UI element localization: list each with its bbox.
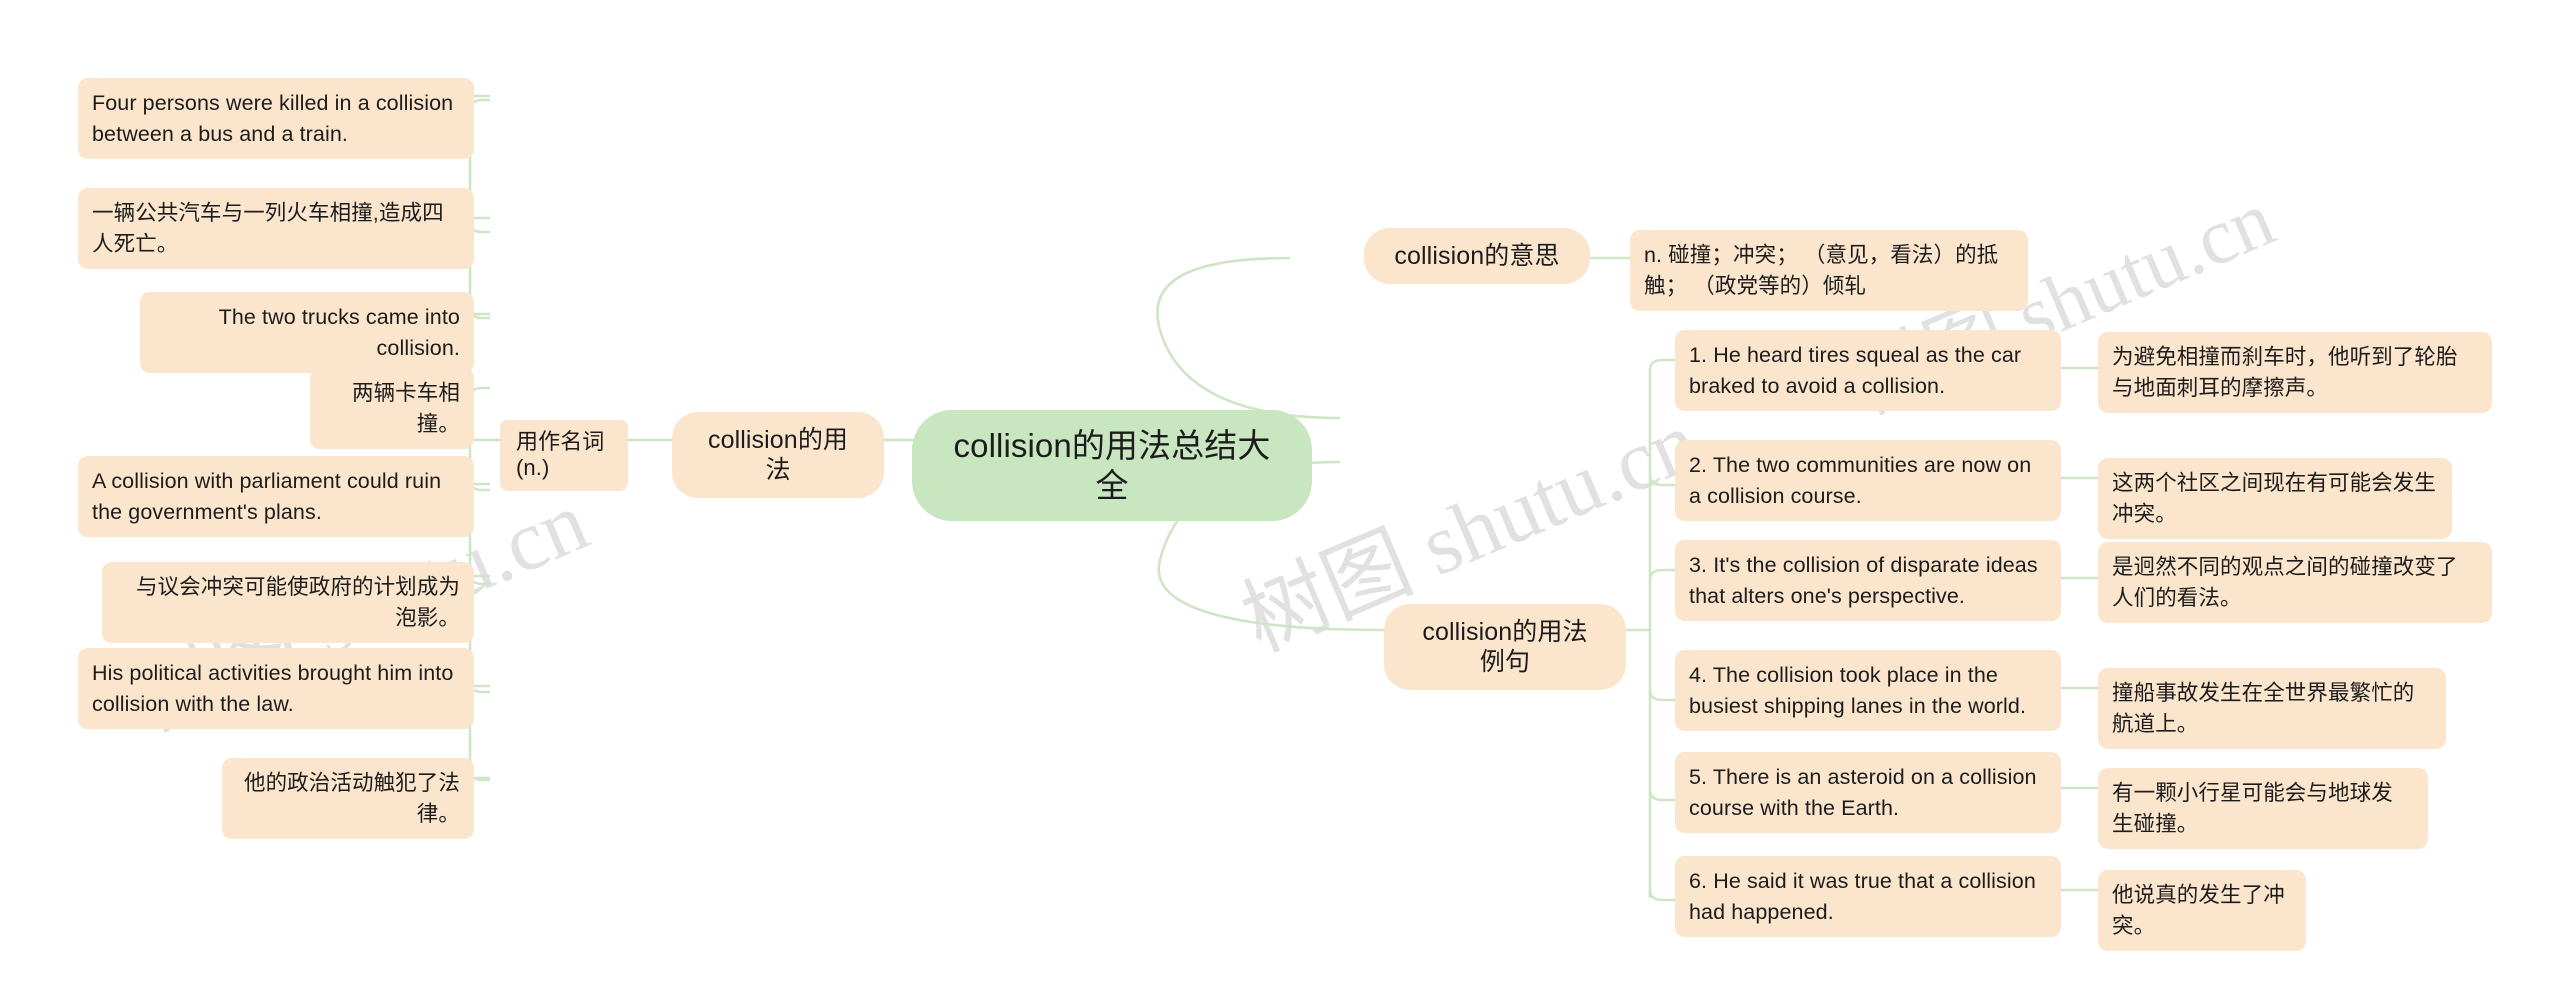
leaf-node[interactable]: 一辆公共汽车与一列火车相撞,造成四人死亡。 [78, 188, 474, 270]
leaf-node[interactable]: 两辆卡车相撞。 [310, 368, 474, 450]
root-node[interactable]: collision的用法总结大全 [912, 410, 1312, 522]
example-node-en[interactable]: 1. He heard tires squeal as the car brak… [1675, 330, 2061, 412]
leaf-node[interactable]: A collision with parliament could ruin t… [78, 456, 474, 538]
example-node-zh[interactable]: 为避免相撞而刹车时，他听到了轮胎与地面刺耳的摩擦声。 [2098, 332, 2492, 414]
leaf-node[interactable]: 与议会冲突可能使政府的计划成为泡影。 [102, 562, 474, 644]
example-node-zh[interactable]: 是迥然不同的观点之间的碰撞改变了人们的看法。 [2098, 542, 2492, 624]
example-node-en[interactable]: 5. There is an asteroid on a collision c… [1675, 752, 2061, 834]
leaf-node[interactable]: 他的政治活动触犯了法律。 [222, 758, 474, 840]
example-node-zh[interactable]: 他说真的发生了冲突。 [2098, 870, 2306, 952]
leaf-node[interactable]: Four persons were killed in a collision … [78, 78, 474, 160]
sub-node-noun-usage[interactable]: 用作名词(n.) [500, 420, 628, 491]
branch-node-meaning[interactable]: collision的意思 [1364, 228, 1590, 284]
leaf-node[interactable]: His political activities brought him int… [78, 648, 474, 730]
definition-node[interactable]: n. 碰撞；冲突； （意见，看法）的抵触； （政党等的）倾轧 [1630, 230, 2028, 312]
example-node-en[interactable]: 4. The collision took place in the busie… [1675, 650, 2061, 732]
example-node-en[interactable]: 3. It's the collision of disparate ideas… [1675, 540, 2061, 622]
leaf-node[interactable]: The two trucks came into collision. [140, 292, 474, 374]
example-node-zh[interactable]: 有一颗小行星可能会与地球发生碰撞。 [2098, 768, 2428, 850]
branch-node-examples[interactable]: collision的用法例句 [1384, 604, 1626, 690]
example-node-en[interactable]: 2. The two communities are now on a coll… [1675, 440, 2061, 522]
example-node-en[interactable]: 6. He said it was true that a collision … [1675, 856, 2061, 938]
branch-node-usage[interactable]: collision的用法 [672, 412, 884, 498]
example-node-zh[interactable]: 撞船事故发生在全世界最繁忙的航道上。 [2098, 668, 2446, 750]
mindmap-canvas: 树图 shutu.cn 树图 shutu.cn 树图 shutu.cn [0, 0, 2560, 1003]
example-node-zh[interactable]: 这两个社区之间现在有可能会发生冲突。 [2098, 458, 2452, 540]
